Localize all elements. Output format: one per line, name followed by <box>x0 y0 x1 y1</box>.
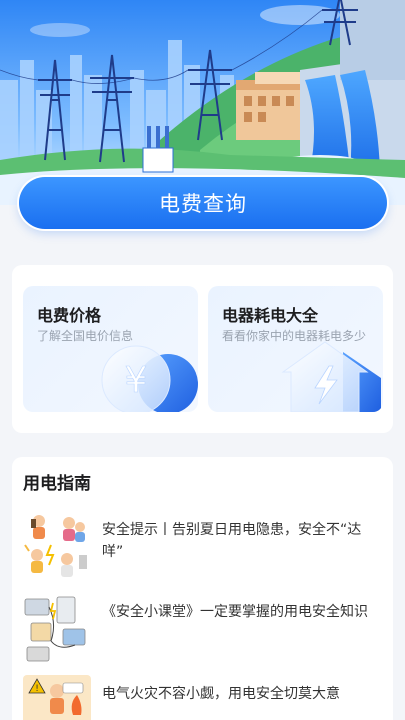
article-thumbnail <box>23 511 91 583</box>
svg-text:!: ! <box>35 684 39 694</box>
guide-title: 用电指南 <box>23 474 91 494</box>
appliances-cartoon-image <box>23 593 91 665</box>
article-item[interactable]: ! 电气火灾不容小觑，用电安全切莫大意 <box>23 675 383 720</box>
svg-text:¥: ¥ <box>125 360 148 401</box>
appliance-power-title: 电器耗电大全 <box>222 306 319 325</box>
article-title: 《安全小课堂》一定要掌握的用电安全知识 <box>102 604 368 620</box>
electricity-price-card[interactable]: 电费价格 了解全国电价信息 ¥ <box>23 286 198 412</box>
article-thumbnail <box>23 593 91 665</box>
yuan-coin-icon: ¥ <box>101 345 198 412</box>
article-title: 电气火灾不容小觑，用电安全切莫大意 <box>102 686 340 702</box>
electricity-price-title: 电费价格 <box>37 306 102 325</box>
electricity-guide-card: 用电指南 安全提示丨告别夏日用电隐患，安全不“达咩” 《安全小课堂》一定要掌握的… <box>12 457 393 720</box>
safety-cartoon-image <box>23 511 91 583</box>
article-item[interactable]: 《安全小课堂》一定要掌握的用电安全知识 <box>23 593 383 665</box>
article-title: 安全提示丨告别夏日用电隐患，安全不“达咩” <box>102 522 362 560</box>
appliance-power-card[interactable]: 电器耗电大全 看看你家中的电器耗电多少 <box>208 286 383 412</box>
header-banner <box>0 0 405 205</box>
fire-safety-cartoon-image: ! <box>23 675 91 720</box>
lightning-house-icon <box>281 341 381 412</box>
power-grid-illustration <box>0 0 405 205</box>
tools-card: 电费价格 了解全国电价信息 ¥ 电器耗电大全 看看你家中的电器耗电多少 <box>12 265 393 433</box>
electricity-bill-query-button[interactable]: 电费查询 <box>19 177 387 229</box>
article-thumbnail: ! <box>23 675 91 720</box>
article-item[interactable]: 安全提示丨告别夏日用电隐患，安全不“达咩” <box>23 511 383 583</box>
